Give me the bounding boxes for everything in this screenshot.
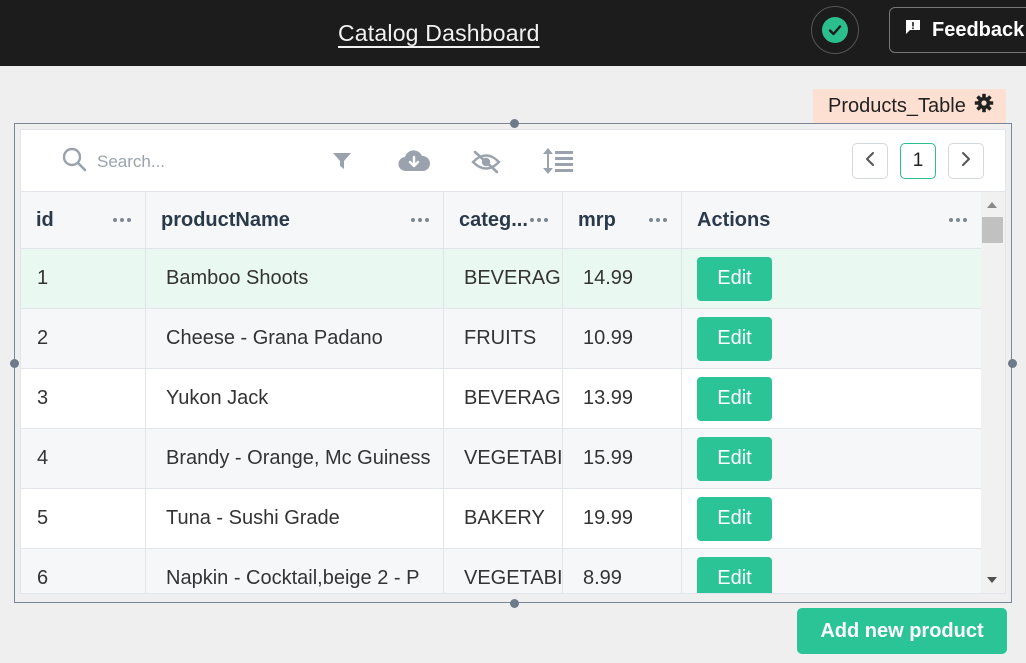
cell-product-name: Bamboo Shoots — [146, 249, 444, 308]
products-table: 1 id productName categ... mrp — [20, 129, 1006, 594]
widget-name-tag[interactable]: Products_Table — [813, 89, 1006, 123]
cell-id: 4 — [21, 429, 146, 488]
column-header-product-name[interactable]: productName — [146, 192, 444, 248]
scroll-down-arrow-icon[interactable] — [987, 577, 997, 583]
edit-button[interactable]: Edit — [697, 436, 772, 481]
chevron-left-icon — [864, 151, 876, 172]
chevron-right-icon — [960, 151, 972, 172]
cell-actions: Edit — [682, 249, 981, 308]
cell-product-name: Tuna - Sushi Grade — [146, 489, 444, 548]
vertical-scrollbar[interactable] — [981, 192, 1005, 593]
scroll-up-arrow-icon[interactable] — [987, 202, 997, 208]
feedback-button[interactable]: Feedback — [889, 7, 1026, 53]
cell-mrp: 19.99 — [563, 489, 682, 548]
edit-button[interactable]: Edit — [697, 496, 772, 541]
filter-icon[interactable] — [332, 151, 352, 176]
row-height-icon[interactable] — [542, 146, 576, 181]
edit-button[interactable]: Edit — [697, 556, 772, 593]
column-header-id[interactable]: id — [21, 192, 146, 248]
cell-product-name: Cheese - Grana Padano — [146, 309, 444, 368]
cell-actions: Edit — [682, 549, 981, 593]
cell-id: 5 — [21, 489, 146, 548]
table-row[interactable]: 5 Tuna - Sushi Grade BAKERY 19.99 Edit — [21, 489, 981, 549]
resize-handle-right[interactable] — [1008, 359, 1017, 368]
column-header-mrp[interactable]: mrp — [563, 192, 682, 248]
search-input[interactable] — [97, 151, 297, 172]
search-icon — [61, 146, 87, 177]
table-row[interactable]: 1 Bamboo Shoots BEVERAG 14.99 Edit — [21, 249, 981, 309]
table-row[interactable]: 3 Yukon Jack BEVERAG 13.99 Edit — [21, 369, 981, 429]
column-menu-icon[interactable] — [113, 218, 131, 222]
search-box[interactable] — [61, 146, 297, 177]
eye-slash-icon[interactable] — [471, 150, 501, 179]
table-toolbar: 1 — [21, 130, 1005, 192]
widget-name: Products_Table — [828, 94, 966, 117]
add-new-product-button[interactable]: Add new product — [797, 608, 1007, 654]
cell-id: 3 — [21, 369, 146, 428]
download-icon[interactable] — [398, 149, 431, 178]
column-header-actions[interactable]: Actions — [682, 192, 981, 248]
feedback-label: Feedback — [932, 18, 1025, 41]
resize-handle-bottom[interactable] — [510, 599, 519, 608]
table-grid: id productName categ... mrp Actions 1 Ba… — [21, 192, 981, 593]
column-menu-icon[interactable] — [411, 218, 429, 222]
cell-mrp: 15.99 — [563, 429, 682, 488]
cell-mrp: 10.99 — [563, 309, 682, 368]
cell-product-name: Yukon Jack — [146, 369, 444, 428]
next-page-button[interactable] — [948, 143, 984, 179]
resize-handle-top[interactable] — [510, 119, 519, 128]
cell-id: 1 — [21, 249, 146, 308]
cell-mrp: 14.99 — [563, 249, 682, 308]
cell-product-name: Napkin - Cocktail,beige 2 - P — [146, 549, 444, 593]
cell-category: FRUITS — [444, 309, 563, 368]
status-button[interactable] — [811, 6, 859, 54]
edit-button[interactable]: Edit — [697, 256, 772, 301]
gear-icon[interactable] — [974, 93, 994, 119]
cell-actions: Edit — [682, 309, 981, 368]
column-menu-icon[interactable] — [649, 218, 667, 222]
cell-id: 2 — [21, 309, 146, 368]
cell-category: BAKERY — [444, 489, 563, 548]
cell-mrp: 8.99 — [563, 549, 682, 593]
cell-id: 6 — [21, 549, 146, 593]
column-menu-icon[interactable] — [949, 218, 967, 222]
cell-category: BEVERAG — [444, 369, 563, 428]
cell-category: VEGETABI — [444, 429, 563, 488]
cell-category: VEGETABI — [444, 549, 563, 593]
table-row[interactable]: 4 Brandy - Orange, Mc Guiness VEGETABI 1… — [21, 429, 981, 489]
edit-button[interactable]: Edit — [697, 316, 772, 361]
column-menu-icon[interactable] — [530, 218, 548, 222]
app-title[interactable]: Catalog Dashboard — [338, 20, 540, 47]
table-row[interactable]: 2 Cheese - Grana Padano FRUITS 10.99 Edi… — [21, 309, 981, 369]
feedback-icon — [904, 18, 922, 42]
prev-page-button[interactable] — [852, 143, 888, 179]
top-bar: Catalog Dashboard Feedback — [0, 0, 1026, 66]
scrollbar-thumb[interactable] — [982, 217, 1003, 243]
cell-actions: Edit — [682, 429, 981, 488]
table-row[interactable]: 6 Napkin - Cocktail,beige 2 - P VEGETABI… — [21, 549, 981, 593]
cell-actions: Edit — [682, 489, 981, 548]
edit-button[interactable]: Edit — [697, 376, 772, 421]
table-header-row: id productName categ... mrp Actions — [21, 192, 981, 249]
column-header-category[interactable]: categ... — [444, 192, 563, 248]
cell-product-name: Brandy - Orange, Mc Guiness — [146, 429, 444, 488]
current-page[interactable]: 1 — [900, 143, 936, 179]
cell-category: BEVERAG — [444, 249, 563, 308]
cell-mrp: 13.99 — [563, 369, 682, 428]
cell-actions: Edit — [682, 369, 981, 428]
resize-handle-left[interactable] — [10, 359, 19, 368]
check-circle-icon — [822, 17, 848, 43]
